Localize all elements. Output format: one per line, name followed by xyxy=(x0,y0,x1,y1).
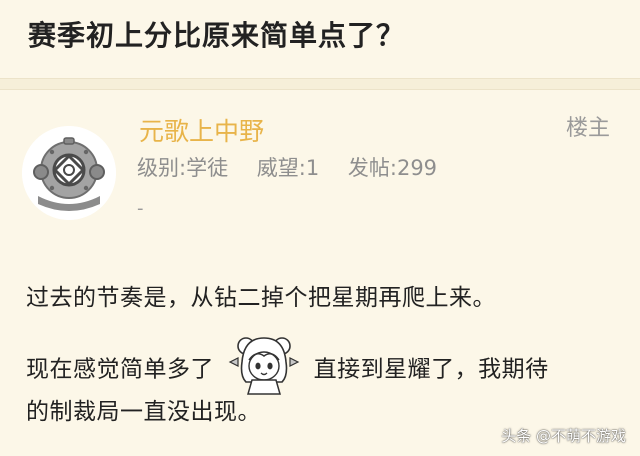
user-avatar[interactable] xyxy=(22,126,116,220)
level-label: 级别:学徒 xyxy=(137,156,229,180)
thread-header: 赛季初上分比原来简单点了？ xyxy=(0,0,640,79)
op-badge: 楼主 xyxy=(565,116,610,141)
diving-helmet-icon xyxy=(22,126,116,220)
author-name[interactable]: 元歌上中野 xyxy=(139,112,264,148)
section-divider xyxy=(0,79,640,89)
paragraph-text: 直接到星耀了，我期待 xyxy=(313,356,549,383)
paragraph-text: 现在感觉简单多了 xyxy=(26,356,214,383)
prestige-label: 威望:1 xyxy=(256,156,320,180)
thread-title: 赛季初上分比原来简单点了？ xyxy=(28,19,406,52)
post-author-block: 元歌上中野 楼主 级别:学徒 威望:1 发帖:299 - xyxy=(0,89,640,243)
post-paragraph: 过去的节奏是，从钻二掉个把星期再爬上来。 xyxy=(26,285,496,311)
anime-girl-sticker-icon xyxy=(224,332,304,396)
author-stats: 级别:学徒 威望:1 发帖:299 xyxy=(137,152,459,182)
post-body: 过去的节奏是，从钻二掉个把星期再爬上来。 现在感觉简单多了 直接到星耀了，我期待… xyxy=(0,242,640,456)
author-signature: - xyxy=(137,198,144,219)
source-watermark: 头条 @不萌不游戏 xyxy=(501,427,626,445)
post-paragraph: 的制裁局一直没出现。 xyxy=(26,399,261,425)
post-count-label: 发帖:299 xyxy=(347,156,438,180)
